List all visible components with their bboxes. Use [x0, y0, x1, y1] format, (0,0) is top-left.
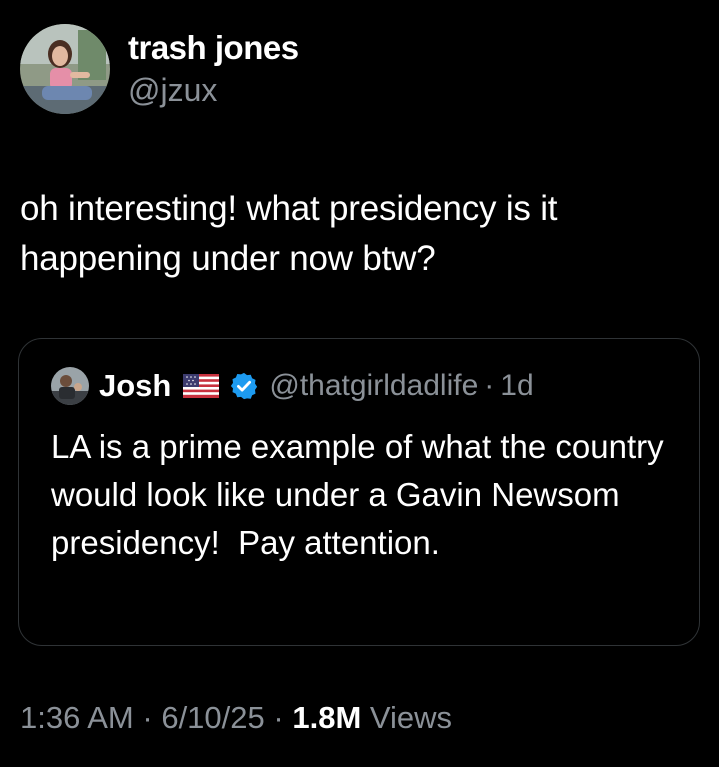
quoted-author-name[interactable]: Josh [99, 368, 171, 404]
profile-photo-icon [20, 24, 110, 114]
author-display-name[interactable]: trash jones [128, 28, 299, 68]
author-avatar[interactable] [20, 24, 110, 114]
tweet-text: oh interesting! what presidency is it ha… [20, 189, 558, 278]
tweet-date[interactable]: 6/10/25 [161, 700, 264, 735]
quoted-tweet-text: LA is a prime example of what the countr… [51, 428, 673, 561]
quoted-tweet-time[interactable]: 1d [500, 369, 533, 403]
quoted-header-separator: · [484, 369, 495, 402]
us-flag-icon [183, 374, 220, 398]
quoted-author-handle[interactable]: @thatgirldadlife [269, 369, 478, 403]
tweet-meta: 1:36 AM · 6/10/25 · 1.8M Views [20, 700, 452, 736]
quoted-author-avatar[interactable] [51, 367, 89, 405]
meta-separator: · [273, 700, 284, 735]
views-count[interactable]: 1.8M [292, 700, 361, 735]
quoted-tweet-card[interactable]: Josh @thatgirldadlife · 1d LA is a prime… [18, 338, 700, 646]
views-label: Views [369, 700, 453, 735]
quoted-profile-photo-icon [51, 367, 89, 405]
meta-separator: · [142, 700, 153, 735]
tweet-time[interactable]: 1:36 AM [20, 700, 134, 735]
author-handle[interactable]: @jzux [128, 70, 299, 110]
author-header: trash jones @jzux [20, 24, 299, 114]
verified-badge-icon[interactable] [229, 371, 259, 401]
quoted-tweet-header: Josh @thatgirldadlife · 1d [51, 367, 534, 405]
